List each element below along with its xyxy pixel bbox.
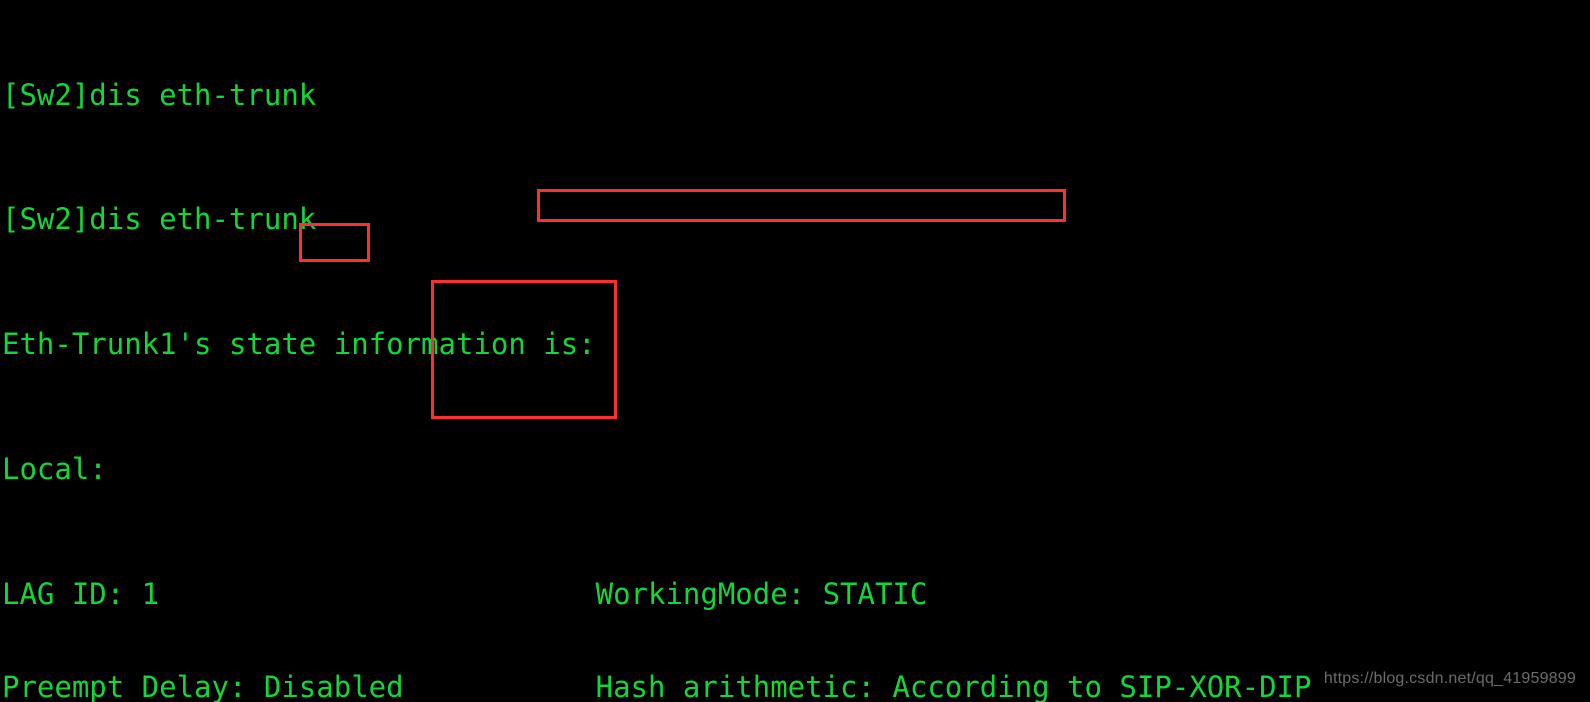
local-section-label: Local:: [2, 452, 107, 486]
terminal-output: [Sw2]dis eth-trunk [Sw2]dis eth-trunk Et…: [2, 0, 1590, 702]
output-title-line: Eth-Trunk1's state information is:: [2, 327, 596, 362]
scrollback-clipped-line: [Sw2]dis eth-trunk: [2, 77, 317, 112]
command-line: [Sw2]dis eth-trunk: [2, 202, 317, 237]
terminal-screen[interactable]: [Sw2]dis eth-trunk [Sw2]dis eth-trunk Et…: [0, 0, 1590, 702]
csdn-watermark: https://blog.csdn.net/qq_41959899: [1323, 669, 1576, 687]
local-info-row-0: LAG ID: 1 WorkingMode: STATIC: [2, 576, 928, 611]
